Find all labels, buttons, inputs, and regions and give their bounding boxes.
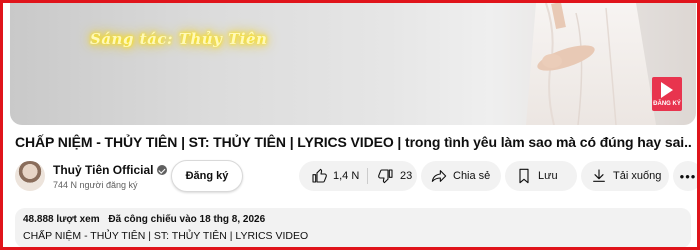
video-figure-image	[526, 3, 656, 125]
thumbs-up-icon	[311, 168, 327, 184]
video-player[interactable]: Sáng tác: Thủy Tiên ĐĂNG KÝ	[10, 3, 696, 125]
play-icon	[661, 82, 673, 98]
view-count: 48.888 lượt xem	[23, 214, 100, 225]
thumbs-down-icon	[378, 168, 394, 184]
download-icon	[591, 168, 607, 184]
bookmark-icon	[517, 168, 531, 184]
premiere-date: Đã công chiếu vào 18 thg 8, 2026	[108, 214, 266, 225]
subscribe-button[interactable]: Đăng ký	[171, 160, 243, 192]
share-label: Chia sẻ	[453, 170, 491, 182]
save-label: Lưu	[538, 170, 558, 182]
like-count: 1,4 N	[333, 170, 360, 182]
description-text: CHẤP NIỆM - THỦY TIÊN | ST: THỦY TIÊN | …	[23, 230, 309, 242]
more-actions-button[interactable]: •••	[673, 161, 697, 191]
dislike-button[interactable]: 23	[368, 161, 417, 191]
description-meta: 48.888 lượt xem Đã công chiếu vào 18 thg…	[23, 214, 683, 225]
dislike-count: 23	[400, 170, 413, 182]
description-box[interactable]: 48.888 lượt xem Đã công chiếu vào 18 thg…	[15, 208, 691, 247]
subscribe-watermark[interactable]: ĐĂNG KÝ	[652, 77, 682, 111]
video-overlay-text: Sáng tác: Thủy Tiên	[90, 30, 268, 48]
like-button[interactable]: 1,4 N	[299, 161, 367, 191]
channel-name[interactable]: Thuỷ Tiên Official	[53, 163, 153, 177]
subscriber-count: 744 N người đăng ký	[53, 180, 138, 190]
more-dots-icon: •••	[679, 168, 697, 184]
download-button[interactable]: Tải xuống	[581, 161, 669, 191]
app-frame: Sáng tác: Thủy Tiên ĐĂNG KÝ CHẤP NIỆM - …	[0, 0, 700, 250]
channel-row: Thuỷ Tiên Official 744 N người đăng ký Đ…	[15, 160, 697, 194]
save-button[interactable]: Lưu	[505, 161, 577, 191]
share-arrow-icon	[431, 168, 447, 184]
verified-check-icon	[157, 165, 168, 175]
like-dislike-group: 1,4 N 23	[299, 161, 417, 191]
video-title: CHẤP NIỆM - THỦY TIÊN | ST: THỦY TIÊN | …	[15, 134, 691, 150]
channel-avatar[interactable]	[15, 161, 45, 191]
channel-name-wrap[interactable]: Thuỷ Tiên Official	[53, 163, 168, 177]
share-button[interactable]: Chia sẻ	[421, 161, 501, 191]
watermark-label: ĐĂNG KÝ	[653, 101, 681, 107]
download-label: Tải xuống	[613, 170, 662, 182]
